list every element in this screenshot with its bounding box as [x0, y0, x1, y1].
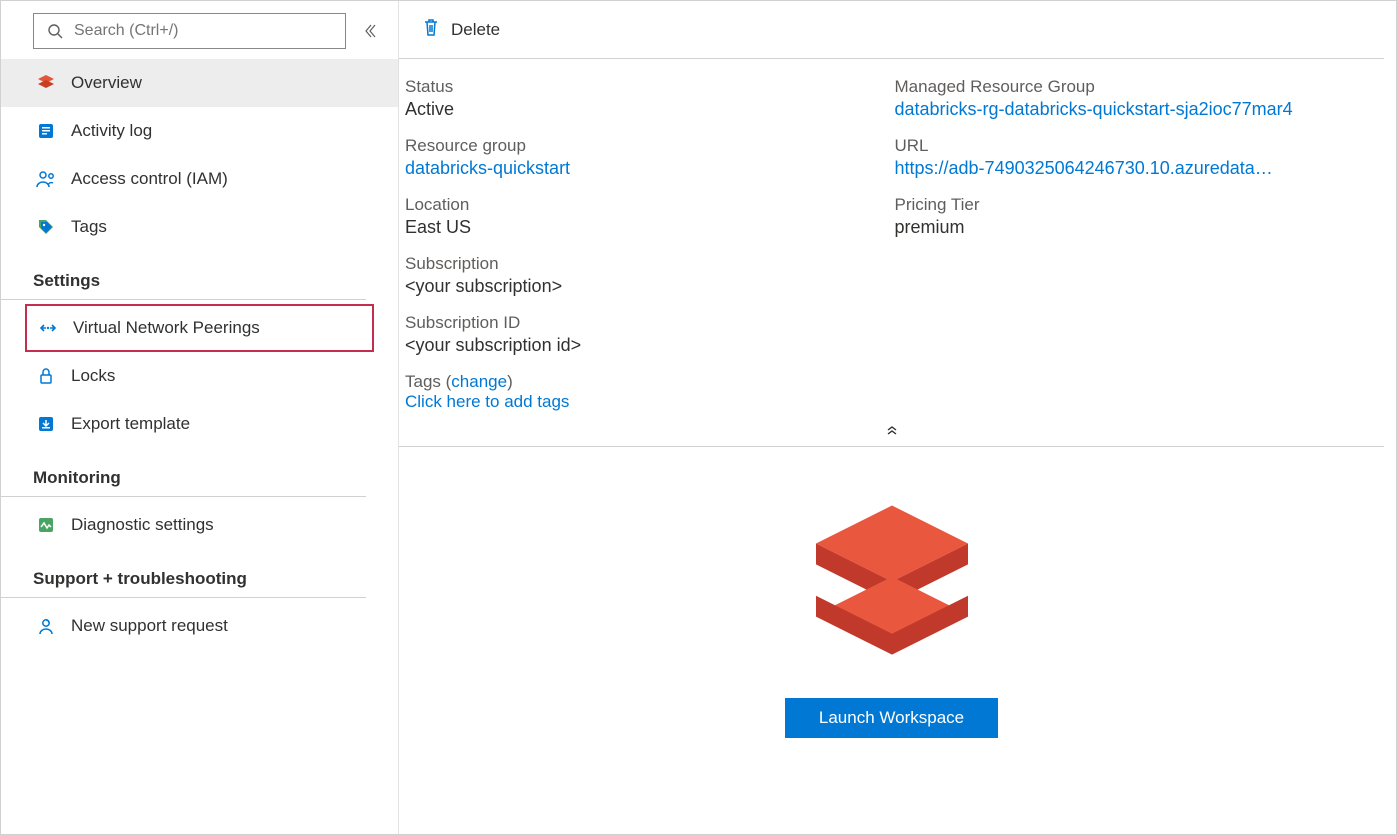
properties-section: Status Active Resource group databricks-… [399, 59, 1384, 412]
sidebar-item-export-template[interactable]: Export template [1, 400, 398, 448]
status-value: Active [405, 99, 895, 120]
sidebar-item-activity-log[interactable]: Activity log [1, 107, 398, 155]
sidebar-item-label: Activity log [71, 121, 152, 141]
search-icon [44, 20, 66, 42]
sidebar-item-overview[interactable]: Overview [1, 59, 398, 107]
managed-rg-label: Managed Resource Group [895, 77, 1385, 97]
subscription-value: <your subscription> [405, 276, 895, 297]
subscription-label: Subscription [405, 254, 895, 274]
tags-change-link[interactable]: change [451, 372, 507, 391]
sidebar-item-locks[interactable]: Locks [1, 352, 398, 400]
lock-icon [35, 365, 57, 387]
subscription-id-value: <your subscription id> [405, 335, 895, 356]
sidebar-item-label: Access control (IAM) [71, 169, 228, 189]
sidebar-item-label: Diagnostic settings [71, 515, 214, 535]
sidebar: Overview Activity log Access control (IA… [1, 1, 399, 834]
tags-label-prefix: Tags ( [405, 372, 451, 391]
section-header-support: Support + troubleshooting [1, 549, 366, 598]
delete-label: Delete [451, 20, 500, 40]
section-header-settings: Settings [1, 251, 366, 300]
sidebar-item-label: New support request [71, 616, 228, 636]
tag-icon [35, 216, 57, 238]
chevron-double-up-icon [885, 425, 899, 439]
url-link[interactable]: https://adb-7490325064246730.10.azuredat… [895, 158, 1385, 179]
databricks-logo [797, 477, 987, 670]
location-value: East US [405, 217, 895, 238]
databricks-icon [35, 72, 57, 94]
activity-log-icon [35, 120, 57, 142]
resource-group-link[interactable]: databricks-quickstart [405, 158, 895, 179]
support-icon [35, 615, 57, 637]
collapse-sidebar-button[interactable] [354, 23, 386, 39]
search-input[interactable] [74, 22, 335, 40]
sidebar-item-label: Tags [71, 217, 107, 237]
subscription-id-label: Subscription ID [405, 313, 895, 333]
sidebar-item-label: Export template [71, 414, 190, 434]
main-panel: Delete Status Active Resource group data… [399, 1, 1396, 834]
pricing-tier-value: premium [895, 217, 1385, 238]
url-label: URL [895, 136, 1385, 156]
sidebar-item-label: Overview [71, 73, 142, 93]
sidebar-item-diagnostic-settings[interactable]: Diagnostic settings [1, 501, 398, 549]
status-label: Status [405, 77, 895, 97]
managed-rg-link[interactable]: databricks-rg-databricks-quickstart-sja2… [895, 99, 1385, 120]
delete-button[interactable]: Delete [421, 16, 500, 43]
tags-add-link[interactable]: Click here to add tags [405, 392, 569, 411]
export-icon [35, 413, 57, 435]
pricing-tier-label: Pricing Tier [895, 195, 1385, 215]
search-box[interactable] [33, 13, 346, 49]
sidebar-item-new-support-request[interactable]: New support request [1, 602, 398, 650]
sidebar-item-label: Locks [71, 366, 115, 386]
location-label: Location [405, 195, 895, 215]
vnet-peering-icon [37, 317, 59, 339]
section-header-monitoring: Monitoring [1, 448, 366, 497]
people-icon [35, 168, 57, 190]
collapse-properties-button[interactable] [399, 422, 1384, 446]
launch-workspace-button[interactable]: Launch Workspace [785, 698, 998, 738]
sidebar-item-vnet-peerings[interactable]: Virtual Network Peerings [25, 304, 374, 352]
sidebar-item-label: Virtual Network Peerings [73, 318, 260, 338]
hero-section: Launch Workspace [399, 447, 1384, 738]
resource-group-label: Resource group [405, 136, 895, 156]
tags-label-suffix: ) [507, 372, 513, 391]
sidebar-item-access-control[interactable]: Access control (IAM) [1, 155, 398, 203]
sidebar-item-tags[interactable]: Tags [1, 203, 398, 251]
trash-icon [421, 16, 441, 43]
toolbar: Delete [399, 1, 1384, 59]
diagnostic-icon [35, 514, 57, 536]
